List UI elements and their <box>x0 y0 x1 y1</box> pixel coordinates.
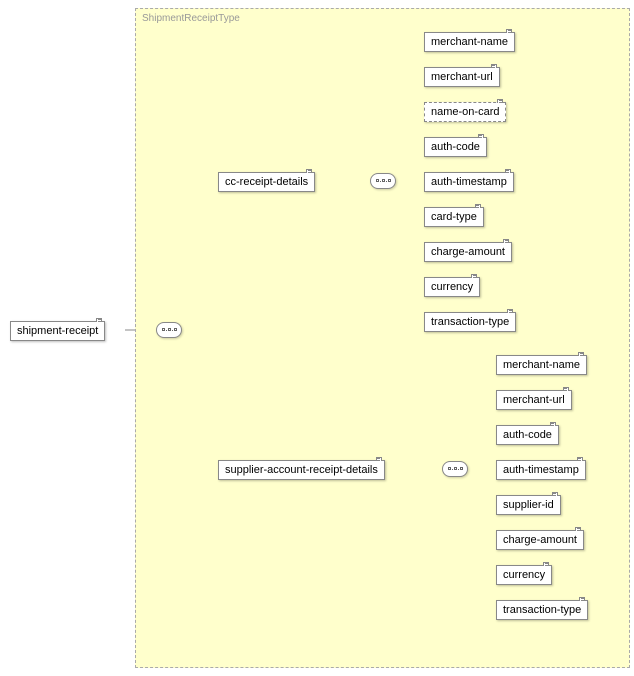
node-label: currency <box>431 281 473 293</box>
node-label: auth-code <box>431 141 480 153</box>
node-auth-code[interactable]: auth-code <box>424 137 487 157</box>
node-transaction-type[interactable]: transaction-type <box>424 312 516 332</box>
node-merchant-url-2[interactable]: merchant-url <box>496 390 572 410</box>
node-merchant-url[interactable]: merchant-url <box>424 67 500 87</box>
type-container: ShipmentReceiptType <box>135 8 630 668</box>
node-auth-timestamp[interactable]: auth-timestamp <box>424 172 514 192</box>
node-currency[interactable]: currency <box>424 277 480 297</box>
node-cc-receipt-details[interactable]: cc-receipt-details <box>218 172 315 192</box>
node-currency-2[interactable]: currency <box>496 565 552 585</box>
node-label: supplier-id <box>503 499 554 511</box>
node-supplier-id[interactable]: supplier-id <box>496 495 561 515</box>
node-auth-timestamp-2[interactable]: auth-timestamp <box>496 460 586 480</box>
node-auth-code-2[interactable]: auth-code <box>496 425 559 445</box>
node-label: card-type <box>431 211 477 223</box>
node-merchant-name-2[interactable]: merchant-name <box>496 355 587 375</box>
node-card-type[interactable]: card-type <box>424 207 484 227</box>
sequence-connector <box>370 173 396 189</box>
node-merchant-name[interactable]: merchant-name <box>424 32 515 52</box>
node-label: currency <box>503 569 545 581</box>
node-label: merchant-name <box>503 359 580 371</box>
node-label: auth-timestamp <box>503 464 579 476</box>
node-label: auth-code <box>503 429 552 441</box>
node-label: transaction-type <box>503 604 581 616</box>
node-transaction-type-2[interactable]: transaction-type <box>496 600 588 620</box>
node-label: merchant-url <box>431 71 493 83</box>
node-label: merchant-url <box>503 394 565 406</box>
node-charge-amount-2[interactable]: charge-amount <box>496 530 584 550</box>
sequence-connector <box>156 322 182 338</box>
node-label: cc-receipt-details <box>225 176 308 188</box>
node-label: supplier-account-receipt-details <box>225 464 378 476</box>
node-label: merchant-name <box>431 36 508 48</box>
node-label: name-on-card <box>431 106 499 118</box>
sequence-connector <box>442 461 468 477</box>
node-name-on-card[interactable]: name-on-card <box>424 102 506 122</box>
node-supplier-account-receipt-details[interactable]: supplier-account-receipt-details <box>218 460 385 480</box>
node-shipment-receipt[interactable]: shipment-receipt <box>10 321 105 341</box>
node-charge-amount[interactable]: charge-amount <box>424 242 512 262</box>
node-label: transaction-type <box>431 316 509 328</box>
node-label: charge-amount <box>431 246 505 258</box>
node-label: shipment-receipt <box>17 325 98 337</box>
type-label: ShipmentReceiptType <box>142 13 240 24</box>
node-label: auth-timestamp <box>431 176 507 188</box>
node-label: charge-amount <box>503 534 577 546</box>
